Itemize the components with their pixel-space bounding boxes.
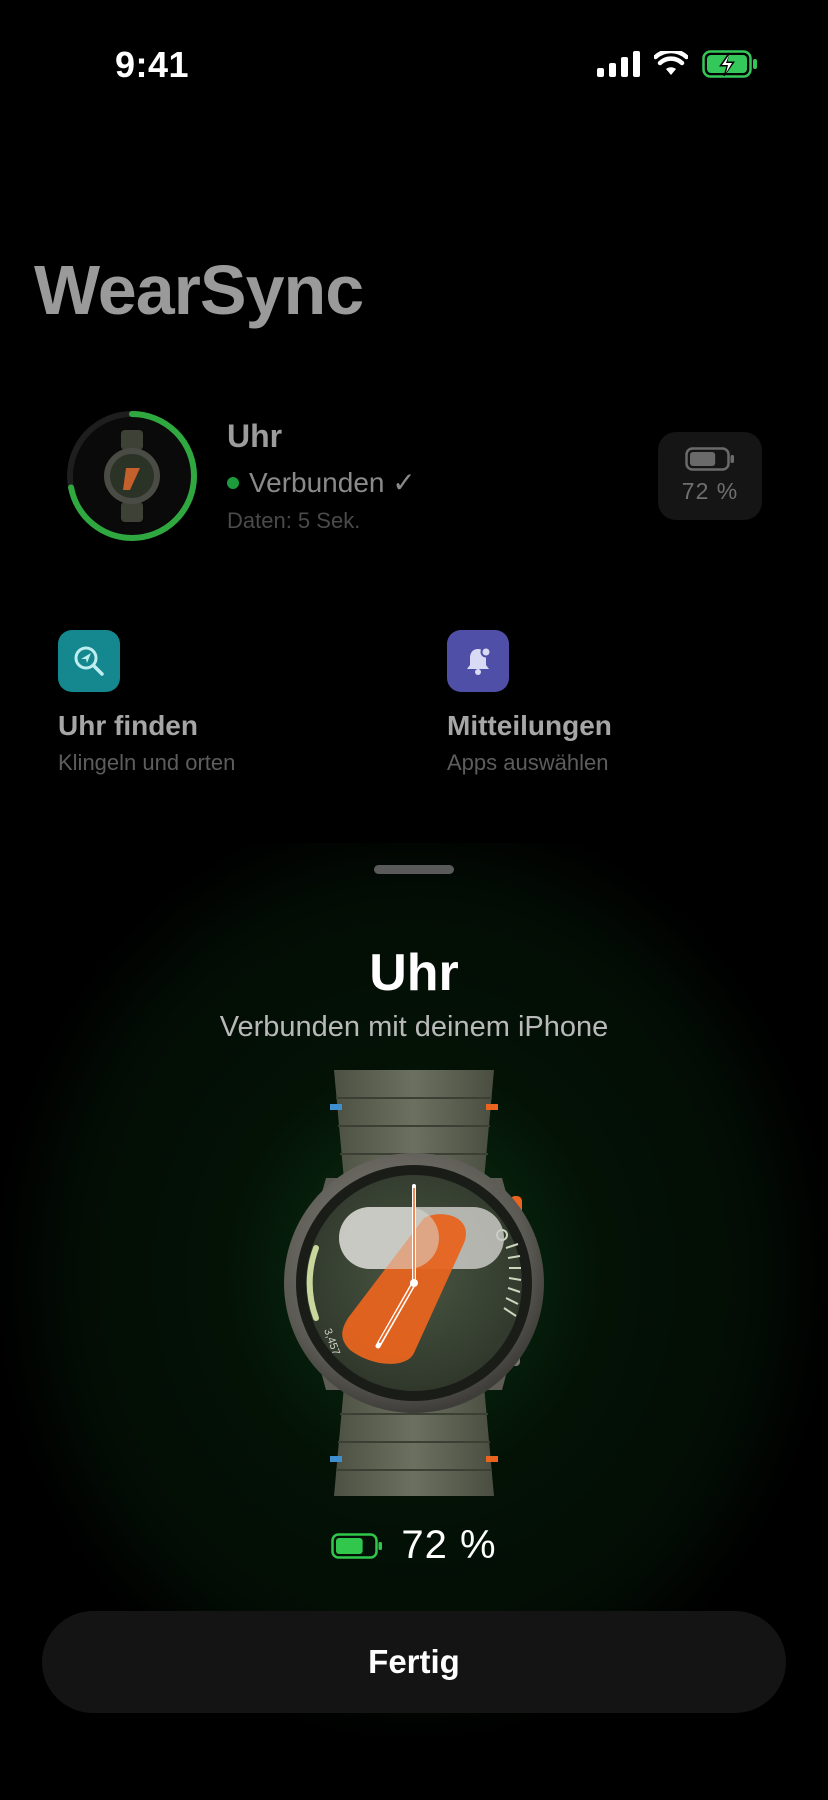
app-title: WearSync	[34, 251, 364, 329]
done-button[interactable]: Fertig	[42, 1611, 786, 1713]
connection-status: Verbunden ✓	[227, 466, 416, 499]
sheet-grabber[interactable]	[374, 865, 454, 874]
status-dot-icon	[227, 476, 239, 489]
battery-ring-watch-thumbnail	[67, 411, 197, 541]
battery-percent: 72 %	[681, 478, 739, 504]
sheet-battery-percent: 72 %	[401, 1523, 497, 1567]
battery-card: 72 %	[658, 432, 762, 520]
tile-title: Uhr finden	[58, 710, 198, 741]
battery-icon	[685, 447, 734, 471]
device-detail-sheet: Uhr Verbunden mit deinem iPhone 3,457 72…	[0, 843, 828, 1800]
battery-icon	[331, 1532, 383, 1559]
tile-notifications[interactable]: Mitteilungen Apps auswählen	[447, 630, 777, 780]
connection-status-label: Verbunden ✓	[249, 467, 416, 498]
bell-icon	[447, 630, 509, 692]
find-watch-icon	[58, 630, 120, 692]
sheet-battery-row: 72 %	[0, 1523, 828, 1568]
sheet-title: Uhr	[369, 944, 459, 1002]
smartwatch-illustration: 3,457	[284, 1070, 544, 1496]
sync-info: Daten: 5 Sek.	[227, 508, 361, 533]
tile-subtitle: Apps auswählen	[447, 750, 609, 775]
device-name: Uhr	[227, 418, 283, 454]
device-summary-card[interactable]: Uhr Verbunden ✓ Daten: 5 Sek. 72 %	[64, 408, 764, 544]
tile-subtitle: Klingeln und orten	[58, 750, 236, 775]
tile-find-watch[interactable]: Uhr finden Klingeln und orten	[58, 630, 388, 780]
tile-title: Mitteilungen	[447, 710, 612, 741]
sheet-subtitle: Verbunden mit deinem iPhone	[219, 1011, 609, 1043]
